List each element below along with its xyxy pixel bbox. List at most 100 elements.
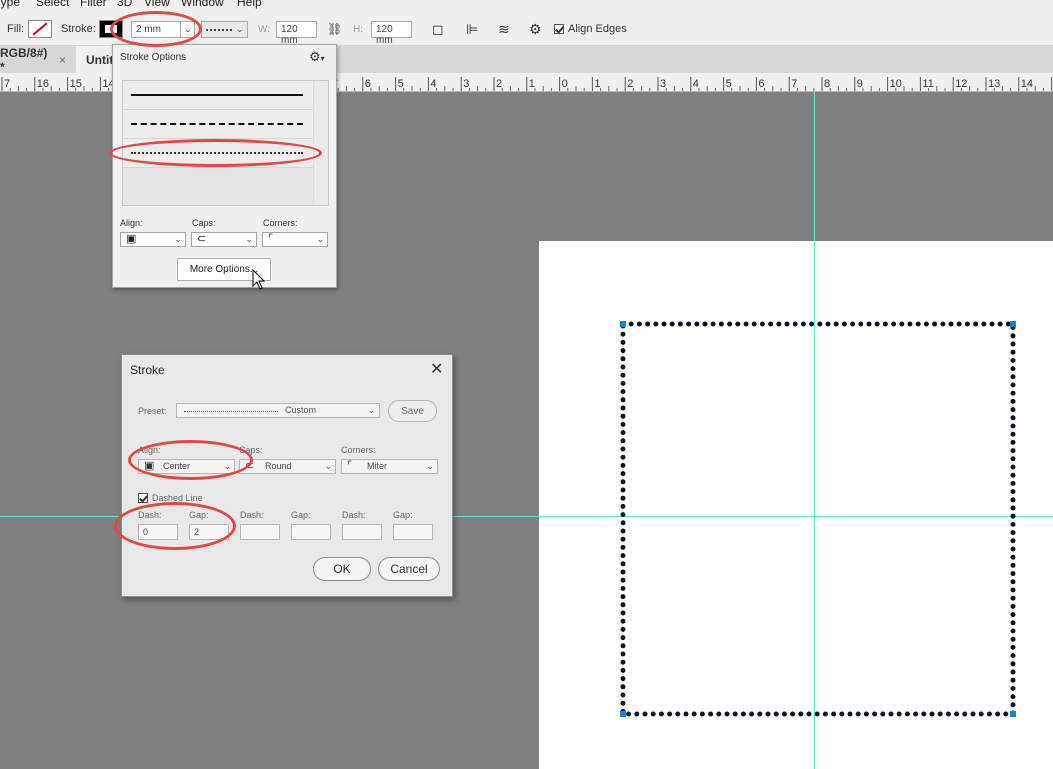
preset-value: Custom [285, 405, 317, 415]
chevron-down-icon: ⌄ [236, 24, 244, 34]
align-edges-checkbox[interactable] [554, 24, 564, 34]
fill-swatch[interactable] [28, 20, 52, 38]
dash-label-1: Dash: [138, 510, 162, 520]
ruler-label: 9 [857, 78, 863, 90]
gap-input-3[interactable] [393, 524, 433, 540]
align-value: Center [163, 461, 191, 471]
ruler-label: 7 [4, 78, 10, 90]
stroke-options-panel: Stroke Options ⚙▾ Align: Caps: Corners: … [112, 44, 337, 288]
stroke-style-solid[interactable] [123, 81, 313, 110]
link-icon[interactable]: ⛓ [327, 20, 342, 38]
rectangle-dotted-stroke [620, 321, 1016, 717]
round-cap-icon: ⊂ [245, 460, 255, 472]
dashed-line-option[interactable]: Dashed Line [138, 493, 203, 503]
width-field[interactable]: 120 mm [276, 21, 317, 46]
tab-label: Untit [86, 52, 114, 67]
dashed-line-label: Dashed Line [152, 493, 203, 503]
stroke-style-dashed[interactable] [123, 110, 313, 139]
menu-type[interactable]: Type [0, 0, 20, 9]
tab-label: RGB/8#) * [0, 45, 48, 74]
menu-window[interactable]: Window [181, 0, 224, 9]
path-alignment-icon[interactable]: ⊫ [466, 20, 478, 38]
miter-join-icon: ⌜ [347, 460, 353, 472]
width-label: W: [258, 23, 271, 35]
dashed-line-checkbox[interactable] [138, 493, 148, 503]
dash-input-3[interactable] [342, 524, 382, 540]
save-button[interactable]: Save [388, 400, 437, 422]
stroke-list-scrollbar[interactable] [313, 81, 328, 205]
menu-help[interactable]: Help [237, 0, 262, 9]
ruler-label: 6 [365, 78, 371, 90]
ruler-label: 5 [398, 78, 404, 90]
ruler-label: 0 [562, 78, 568, 90]
menu-select[interactable]: Select [36, 0, 69, 9]
gear-icon[interactable]: ⚙ [529, 20, 542, 38]
stroke-width-field[interactable]: 2 mm [131, 21, 182, 38]
corners-dropdown[interactable]: ⌜ ⌄ [262, 232, 328, 247]
ok-button[interactable]: OK [313, 557, 371, 581]
chevron-down-icon: ⌄ [324, 461, 332, 471]
menu-view[interactable]: View [144, 0, 170, 9]
dash-input-2[interactable] [240, 524, 280, 540]
ruler-label: 1 [529, 78, 535, 90]
align-dropdown[interactable]: ▣ ⌄ [120, 232, 186, 247]
anchor-point-bottom-right[interactable] [1010, 711, 1016, 717]
stroke-dialog: Stroke ✕ Preset: Custom ⌄ Save Align: Ca… [121, 354, 453, 597]
dialog-title: Stroke [130, 363, 165, 377]
stroke-style-dotted[interactable] [123, 139, 313, 168]
align-edges-label: Align Edges [568, 23, 627, 35]
anchor-point-top-left[interactable] [620, 321, 626, 327]
height-label: H: [353, 23, 363, 35]
align-center-icon: ▣ [126, 233, 137, 245]
mouse-cursor-icon [252, 269, 266, 290]
ruler-label: 6 [758, 78, 764, 90]
stroke-width-dropdown[interactable]: ⌄ [180, 21, 195, 38]
gap-label-1: Gap: [189, 510, 209, 520]
gap-label-3: Gap: [393, 510, 413, 520]
height-field[interactable]: 120 mm [371, 21, 412, 46]
menu-filter[interactable]: Filter [80, 0, 107, 9]
preset-label: Preset: [138, 406, 167, 416]
ruler-label: 4 [430, 78, 436, 90]
close-icon[interactable]: × [59, 53, 66, 67]
miter-join-icon: ⌜ [268, 233, 274, 245]
chevron-down-icon: ⌄ [367, 405, 375, 415]
corners-label: Corners: [341, 445, 376, 455]
caps-value: Round [265, 461, 292, 471]
fill-label: Fill: [7, 23, 25, 35]
menu-3d[interactable]: 3D [117, 0, 132, 9]
dotted-line-icon [206, 29, 232, 31]
stroke-type-dropdown[interactable]: ⌄ [201, 21, 248, 38]
align-dropdown[interactable]: ▣ Center ⌄ [138, 459, 235, 474]
preset-dropdown[interactable]: Custom ⌄ [176, 403, 380, 418]
dash-input-1[interactable]: 0 [138, 524, 178, 540]
cancel-button[interactable]: Cancel [378, 557, 440, 581]
gap-input-1[interactable]: 2 [189, 524, 229, 540]
align-label: Align: [138, 445, 161, 455]
dotted-line-icon [131, 152, 303, 154]
align-edges-option[interactable]: Align Edges [554, 12, 627, 46]
solid-line-icon [131, 94, 303, 96]
caps-dropdown[interactable]: ⊂ ⌄ [191, 232, 257, 247]
ruler-label: 3 [463, 78, 469, 90]
corners-dropdown[interactable]: ⌜ Miter ⌄ [341, 459, 438, 474]
tab-document-1[interactable]: RGB/8#) * × [0, 45, 76, 74]
stroke-swatch[interactable] [99, 20, 123, 38]
options-bar: Fill: Stroke: 2 mm ⌄ ⌄ W: 120 mm ⛓ H: 12… [0, 12, 1053, 46]
ruler-label: 4 [693, 78, 699, 90]
close-icon[interactable]: ✕ [430, 359, 443, 379]
gap-input-2[interactable] [291, 524, 331, 540]
anchor-point-bottom-left[interactable] [620, 711, 626, 717]
stroke-options-title: Stroke Options [120, 52, 187, 63]
round-cap-icon: ⊂ [197, 233, 207, 245]
ruler-label: 8 [824, 78, 830, 90]
anchor-point-top-right[interactable] [1010, 321, 1016, 327]
caps-dropdown[interactable]: ⊂ Round ⌄ [239, 459, 336, 474]
path-arrangement-icon[interactable]: ≋ [498, 20, 510, 38]
menu-bar: Type Select Filter 3D View Window Help [0, 0, 1053, 12]
gear-icon[interactable]: ⚙▾ [309, 49, 325, 65]
ruler-label: 7 [791, 78, 797, 90]
ruler-label: 2 [627, 78, 633, 90]
path-operations-icon[interactable]: ◻ [432, 20, 444, 38]
dashed-line-icon [131, 123, 303, 125]
